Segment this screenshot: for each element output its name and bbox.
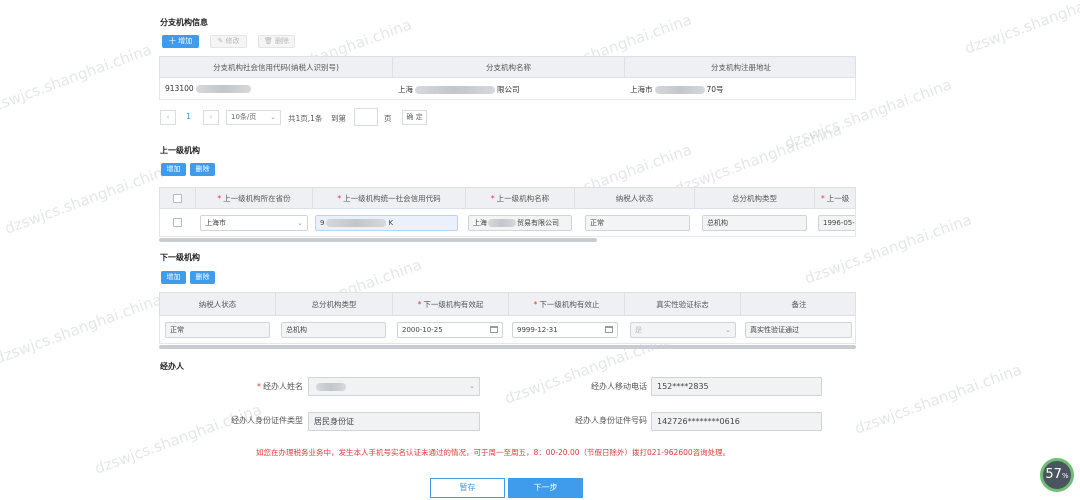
agent-id-type-input: 居民身份证 — [308, 412, 480, 431]
lower-status-input: 正常 — [165, 322, 270, 338]
agent-id-no-label: 经办人身份证件号码 — [575, 416, 647, 425]
lower-col-type: 总分机构类型 — [276, 293, 393, 315]
add-upper-button[interactable]: 增加 — [161, 163, 186, 176]
chevron-down-icon: ⌄ — [297, 219, 303, 227]
watermark: dzswjcs.shanghai.china — [92, 400, 265, 478]
table-row[interactable]: 913100 上海 限公司 上海市 70号 — [159, 78, 856, 100]
chevron-down-icon: ⌄ — [270, 113, 276, 121]
agent-name-label: * 经办人姓名 — [257, 382, 303, 391]
branch-table-header: 分支机构社会信用代码(纳税人识别号) 分支机构名称 分支机构注册地址 — [159, 56, 856, 78]
page-unit-label: 页 — [384, 114, 392, 123]
agent-phone-label: 经办人移动电话 — [591, 382, 647, 391]
lower-col-note: 备注 — [791, 299, 807, 309]
next-page-button[interactable]: › — [203, 110, 219, 125]
table-row[interactable]: 正常 总机构 2000-10-25 9999-12-31 是 ⌄ 真实性验证通过 — [159, 316, 856, 344]
lower-start-date-input[interactable]: 2000-10-25 — [397, 322, 503, 338]
agent-section-title: 经办人 — [160, 362, 184, 371]
pagination-summary: 共1页,1条 — [288, 114, 323, 123]
province-select[interactable]: 上海市 ⌄ — [200, 215, 308, 231]
progress-unit: % — [1061, 472, 1069, 480]
upper-type-input: 总机构 — [702, 215, 807, 231]
chevron-down-icon: ⌄ — [469, 382, 475, 390]
lower-note-input: 真实性验证通过 — [745, 322, 852, 338]
watermark: dzswjcs.shanghai.china — [2, 160, 175, 238]
lower-end-date-input[interactable]: 9999-12-31 — [512, 322, 618, 338]
agent-id-type-label: 经办人身份证件类型 — [231, 416, 303, 425]
upper-col-province: * 上一级机构所在省份 — [196, 188, 313, 208]
delete-upper-button[interactable]: 删除 — [190, 163, 215, 176]
goto-page-input[interactable] — [354, 108, 378, 126]
prev-page-button[interactable]: ‹ — [160, 110, 176, 125]
upper-name-input[interactable]: 上海 贸易有限公司 — [468, 215, 572, 231]
upper-section-title: 上一级机构 — [160, 146, 200, 155]
progress-badge[interactable]: 57% — [1040, 458, 1074, 492]
table-row[interactable]: 上海市⌄ 9K 上海贸易有限公司 正常 总机构 1996-05-01 — [159, 209, 856, 237]
agent-id-no-input: 142726********0616 — [651, 412, 822, 431]
lower-type-input: 总机构 — [281, 322, 386, 338]
select-all-checkbox[interactable] — [173, 193, 182, 203]
upper-col-type: 总分机构类型 — [695, 188, 815, 208]
upper-col-name: * 上一级机构名称 — [466, 188, 575, 208]
agent-phone-input[interactable]: 152****2835 — [651, 377, 822, 396]
upper-col-select — [160, 188, 196, 208]
verify-select[interactable]: 是 ⌄ — [630, 322, 736, 338]
branch-section-title: 分支机构信息 — [160, 18, 208, 27]
add-branch-button[interactable]: 十 增加 — [162, 35, 199, 48]
lower-table-scrollbar[interactable] — [159, 345, 856, 349]
branch-col-code: 分支机构社会信用代码(纳税人识别号) — [160, 57, 393, 77]
calendar-icon — [490, 326, 498, 333]
upper-table-scrollbar[interactable] — [159, 238, 597, 242]
page-size-select[interactable]: 10条/页 ⌄ — [226, 110, 281, 125]
branch-col-address: 分支机构注册地址 — [711, 62, 771, 72]
watermark: dzswjcs.shanghai.china — [0, 290, 165, 368]
watermark: dzswjcs.shanghai.china — [0, 40, 155, 118]
upper-code-input[interactable]: 9K — [315, 215, 458, 231]
calendar-icon — [605, 326, 613, 333]
watermark: dzswjcs.shanghai.china — [962, 0, 1080, 58]
agent-name-select[interactable]: ⌄ — [308, 377, 480, 396]
add-lower-button[interactable]: 增加 — [161, 271, 186, 284]
progress-value: 57 — [1045, 467, 1062, 482]
goto-confirm-button[interactable]: 确 定 — [402, 110, 427, 125]
edit-branch-button[interactable]: ✎ 修改 — [210, 35, 247, 48]
delete-branch-button[interactable]: 🗑 删除 — [258, 35, 295, 48]
page-number[interactable]: 1 — [186, 112, 191, 121]
upper-date-input[interactable]: 1996-05-01 — [818, 215, 855, 231]
upper-table-header: * 上一级机构所在省份 * 上一级机构统一社会信用代码 * 上一级机构名称 纳税人状态… — [159, 187, 856, 209]
upper-col-status: 纳税人状态 — [575, 188, 695, 208]
branch-code-cell: 913100 — [165, 84, 251, 93]
lower-col-end: * 下一级机构有效止 — [509, 293, 625, 315]
delete-lower-button[interactable]: 删除 — [190, 271, 215, 284]
help-notice: 如您在办理税务业务中，发生本人手机号实名认证未通过的情况，可于周一至周五，8：0… — [256, 448, 731, 457]
save-draft-button[interactable]: 暂存 — [430, 478, 505, 498]
lower-table-header: 纳税人状态 总分机构类型 * 下一级机构有效起 * 下一级机构有效止 真实性验证标志… — [159, 292, 856, 316]
branch-name-cell: 上海 限公司 — [398, 85, 520, 94]
next-step-button[interactable]: 下一步 — [508, 478, 583, 498]
lower-col-verify: 真实性验证标志 — [625, 293, 741, 315]
lower-col-start: * 下一级机构有效起 — [393, 293, 509, 315]
lower-section-title: 下一级机构 — [160, 253, 200, 262]
watermark: dzswjcs.shanghai.china — [852, 360, 1025, 438]
goto-label: 到第 — [331, 114, 346, 123]
lower-col-status: 纳税人状态 — [160, 293, 276, 315]
row-checkbox[interactable] — [173, 218, 182, 227]
chevron-down-icon: ⌄ — [725, 326, 731, 334]
branch-col-name: 分支机构名称 — [393, 57, 625, 77]
upper-status-input: 正常 — [585, 215, 690, 231]
upper-col-more: * 上一级 — [821, 193, 850, 203]
upper-col-code: * 上一级机构统一社会信用代码 — [313, 188, 466, 208]
branch-address-cell: 上海市 70号 — [630, 85, 724, 94]
